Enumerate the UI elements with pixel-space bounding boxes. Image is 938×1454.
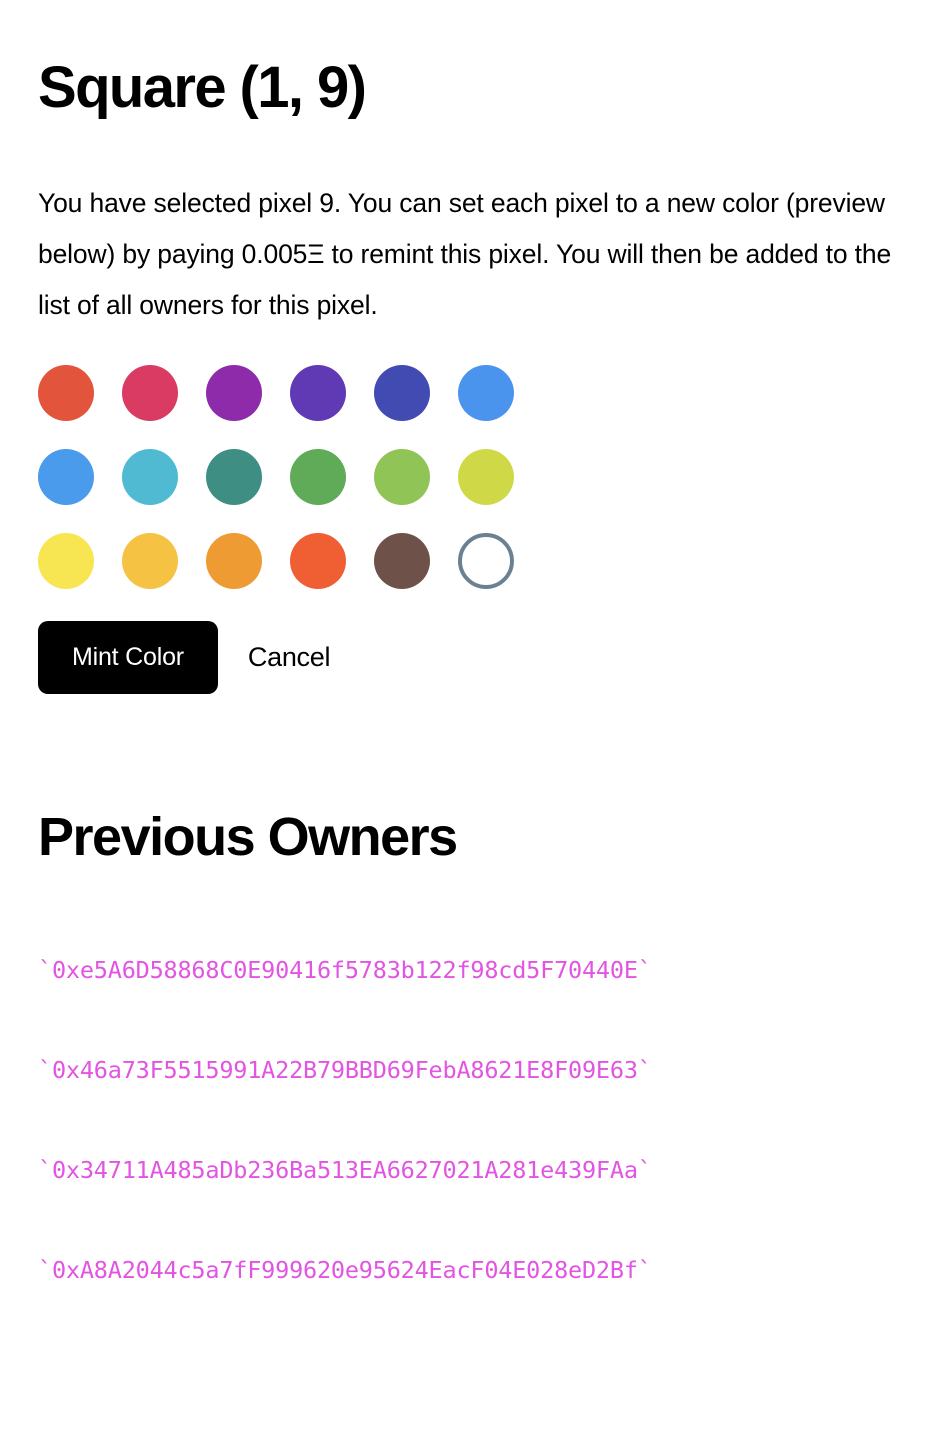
swatch-deep-orange[interactable] xyxy=(290,532,346,589)
palette-row-3 xyxy=(38,532,900,589)
swatch-orange[interactable] xyxy=(206,532,262,589)
swatch-cyan[interactable] xyxy=(122,448,178,505)
swatch-yellow[interactable] xyxy=(38,532,94,589)
page-description: You have selected pixel 9. You can set e… xyxy=(38,187,892,320)
swatch-green[interactable] xyxy=(290,448,346,505)
palette-row-1 xyxy=(38,364,900,421)
owner-address: `0xe5A6D58868C0E90416f5783b122f98cd5F704… xyxy=(38,955,652,984)
swatch-violet[interactable] xyxy=(290,364,346,421)
swatch-brown[interactable] xyxy=(374,532,430,589)
color-palette xyxy=(38,364,900,589)
owner-address: `0x34711A485aDb236Ba513EA6627021A281e439… xyxy=(38,1155,652,1184)
swatch-teal[interactable] xyxy=(206,448,262,505)
page-title: Square (1, 9) xyxy=(38,55,367,120)
mint-color-button[interactable]: Mint Color xyxy=(38,620,218,694)
cancel-button[interactable]: Cancel xyxy=(248,642,331,673)
swatch-crimson[interactable] xyxy=(122,364,178,421)
swatch-indigo[interactable] xyxy=(374,364,430,421)
swatch-red[interactable] xyxy=(38,364,94,421)
swatch-light-green[interactable] xyxy=(374,448,430,505)
swatch-purple[interactable] xyxy=(206,364,262,421)
action-bar: Mint Color Cancel xyxy=(38,620,900,694)
previous-owners-list: `0xe5A6D58868C0E90416f5783b122f98cd5F704… xyxy=(38,956,900,1284)
pixel-detail-page: Square (1, 9) You have selected pixel 9.… xyxy=(0,0,938,1284)
swatch-blue[interactable] xyxy=(458,364,514,421)
palette-row-2 xyxy=(38,448,900,505)
swatch-gold[interactable] xyxy=(122,532,178,589)
swatch-white-outline[interactable] xyxy=(458,532,514,589)
owner-address: `0x46a73F5515991A22B79BBD69FebA8621E8F09… xyxy=(38,1055,652,1084)
swatch-sky-blue[interactable] xyxy=(38,448,94,505)
previous-owners-heading: Previous Owners xyxy=(38,806,458,867)
swatch-lime[interactable] xyxy=(458,448,514,505)
owner-address: `0xA8A2044c5a7fF999620e95624EacF04E028eD… xyxy=(38,1255,652,1284)
